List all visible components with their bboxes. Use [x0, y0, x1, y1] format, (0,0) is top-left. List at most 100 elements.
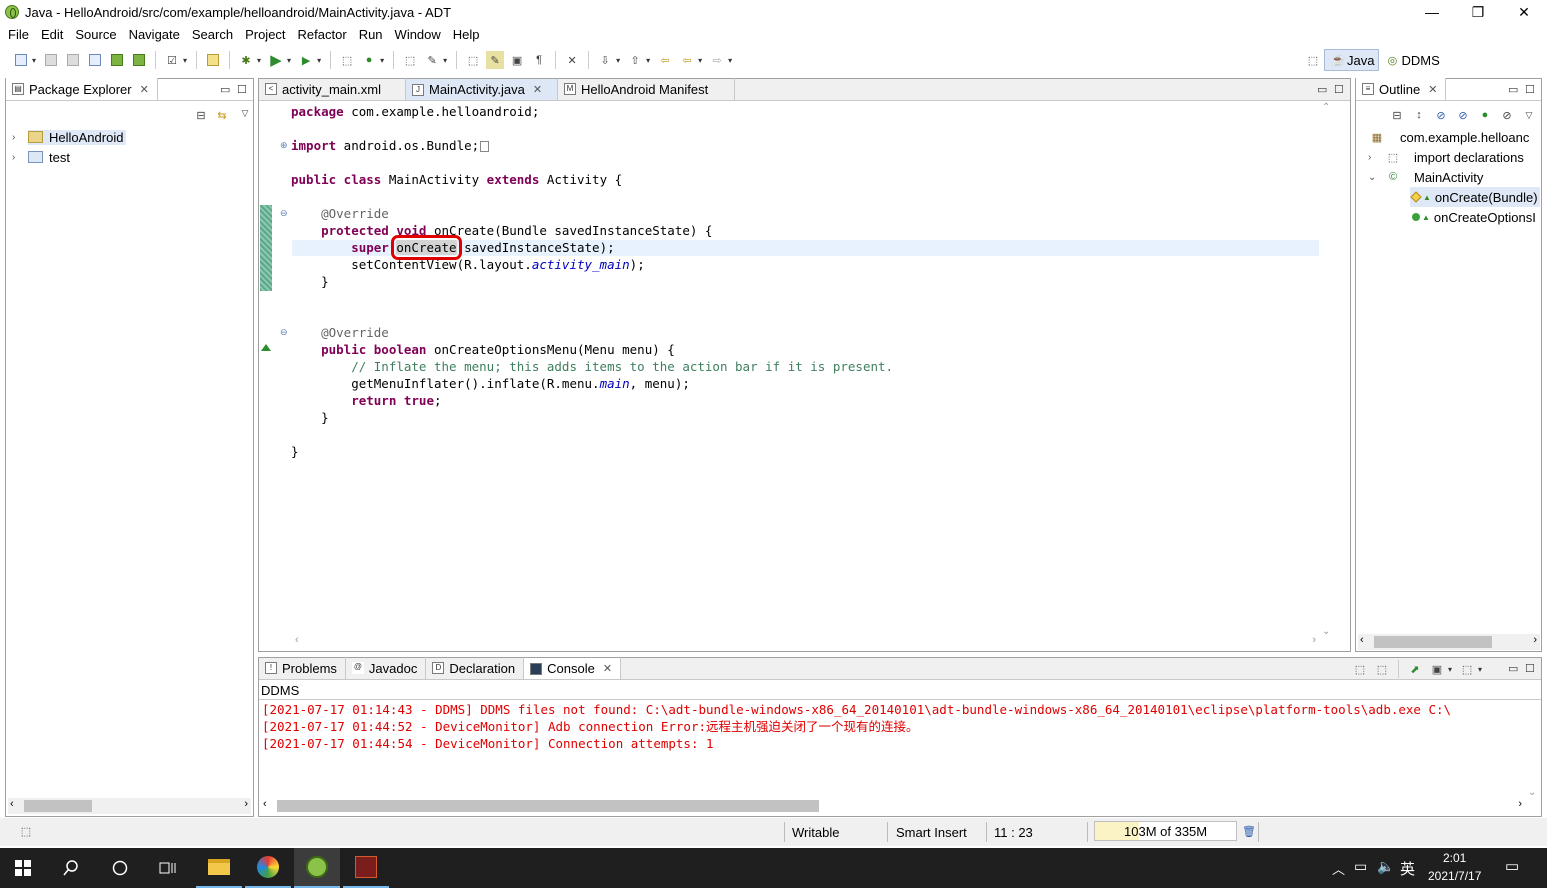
scroll-left-icon[interactable]: ‹: [263, 798, 267, 810]
hide-fields-icon[interactable]: ⊘: [1432, 106, 1450, 124]
display-console-icon[interactable]: ▣: [1428, 660, 1446, 678]
new-java-package-icon[interactable]: ⬚: [338, 51, 356, 69]
menu-edit[interactable]: Edit: [35, 27, 69, 42]
open-perspective-icon[interactable]: ⬚: [1304, 51, 1322, 69]
scroll-right-icon[interactable]: ›: [1518, 798, 1522, 810]
outline-method-oncreate[interactable]: ▲ onCreate(Bundle): [1410, 187, 1540, 207]
console-vscroll[interactable]: ⌄: [1525, 700, 1541, 798]
scroll-lock-icon[interactable]: ⬚: [1373, 660, 1391, 678]
save-all-icon[interactable]: [64, 51, 82, 69]
lint-check-icon[interactable]: ☑: [163, 51, 181, 69]
maximize-icon[interactable]: ☐: [237, 83, 247, 96]
minimize-icon[interactable]: ▭: [1508, 83, 1518, 96]
windows-start-icon[interactable]: [0, 848, 46, 888]
run-external-icon[interactable]: ▶: [297, 51, 315, 69]
menu-refactor[interactable]: Refactor: [292, 27, 353, 42]
mark-occurrences-icon[interactable]: ✎: [486, 51, 505, 69]
code-line-14[interactable]: }: [291, 409, 329, 426]
code-line-11[interactable]: // Inflate the menu; this adds items to …: [291, 358, 893, 375]
tab-declaration[interactable]: D Declaration: [426, 657, 525, 679]
tab-outline[interactable]: ≡ Outline ✕: [1356, 78, 1447, 100]
back-icon[interactable]: ⇦: [678, 51, 696, 69]
clock-date[interactable]: 2021/7/17: [1428, 869, 1481, 883]
highlighted-oncreate[interactable]: onCreate: [391, 235, 462, 260]
search-icon[interactable]: ✎: [423, 51, 441, 69]
menu-source[interactable]: Source: [69, 27, 122, 42]
previous-annotation-icon[interactable]: ⇧: [626, 51, 644, 69]
code-line-9[interactable]: @Override: [291, 324, 389, 341]
scroll-thumb[interactable]: [277, 800, 819, 812]
scroll-left-icon[interactable]: ‹: [295, 634, 299, 646]
code-line-2[interactable]: import android.os.Bundle;: [291, 137, 490, 154]
maximize-icon[interactable]: ☐: [1525, 662, 1535, 675]
run-icon[interactable]: ▶: [267, 51, 285, 69]
tab-javadoc[interactable]: @ Javadoc: [346, 657, 427, 679]
code-line-4[interactable]: @Override: [291, 205, 389, 222]
tab-activity-main-xml[interactable]: < activity_main.xml: [259, 78, 406, 100]
tab-console[interactable]: Console ✕: [524, 657, 622, 679]
scroll-thumb[interactable]: [24, 800, 92, 812]
outline-package[interactable]: ▦ com.example.helloanc: [1368, 127, 1530, 147]
network-icon[interactable]: ▭: [1354, 858, 1367, 875]
sdk-manager-icon[interactable]: [108, 51, 126, 69]
menu-run[interactable]: Run: [353, 27, 389, 42]
save-icon[interactable]: [42, 51, 60, 69]
avd-manager-icon[interactable]: [130, 51, 148, 69]
minimize-icon[interactable]: ▭: [1508, 662, 1518, 675]
code-line-1[interactable]: package com.example.helloandroid;: [291, 103, 539, 120]
show-whitespace-icon[interactable]: ¶: [530, 51, 548, 69]
debug-icon[interactable]: ✱: [237, 51, 255, 69]
heap-status[interactable]: 103M of 335M: [1094, 821, 1237, 841]
close-icon[interactable]: ✕: [1428, 83, 1437, 96]
tab-mainactivity-java[interactable]: J MainActivity.java ✕: [406, 78, 558, 100]
scroll-thumb[interactable]: [1374, 636, 1492, 648]
minimize-icon[interactable]: ▭: [220, 83, 230, 96]
menu-search[interactable]: Search: [186, 27, 239, 42]
scroll-up-icon[interactable]: ⌃: [1322, 102, 1330, 113]
chevron-right-icon[interactable]: ›: [12, 132, 24, 143]
block-selection-icon[interactable]: ▣: [508, 51, 526, 69]
ime-indicator[interactable]: 英: [1400, 858, 1415, 879]
code-line-5[interactable]: protected void onCreate(Bundle savedInst…: [291, 222, 712, 239]
next-annotation-icon[interactable]: ⇩: [596, 51, 614, 69]
editor-hscroll[interactable]: ‹ ›: [293, 634, 1319, 650]
scroll-down-icon[interactable]: ⌄: [1528, 787, 1536, 798]
game-app-icon[interactable]: [343, 848, 389, 888]
chevron-right-icon[interactable]: ›: [1368, 152, 1380, 163]
forward-icon[interactable]: ⇨: [708, 51, 726, 69]
view-menu-icon[interactable]: ▽: [1520, 106, 1538, 124]
new-android-project-icon[interactable]: [204, 51, 222, 69]
open-console-icon[interactable]: ⬚: [1458, 660, 1476, 678]
tray-chevron-up-icon[interactable]: ︿: [1332, 859, 1345, 878]
scroll-right-icon[interactable]: ›: [1312, 634, 1316, 646]
menu-project[interactable]: Project: [239, 27, 291, 42]
link-with-editor-icon[interactable]: ⇆: [213, 106, 231, 124]
scroll-left-icon[interactable]: ‹: [10, 798, 14, 810]
fold-collapse-icon[interactable]: ⊖: [280, 327, 288, 338]
skip-breakpoints-icon[interactable]: ✕: [563, 51, 581, 69]
maximize-icon[interactable]: ☐: [1525, 83, 1535, 96]
volume-icon[interactable]: 🔈: [1377, 858, 1394, 875]
scroll-down-icon[interactable]: ⌄: [1322, 626, 1330, 637]
file-explorer-icon[interactable]: [196, 848, 242, 888]
code-line-13[interactable]: return true;: [291, 392, 441, 409]
code-line-8[interactable]: }: [291, 273, 329, 290]
toggle-breadcrumb-icon[interactable]: ⬚: [464, 51, 482, 69]
menu-file[interactable]: File: [2, 27, 35, 42]
maximize-icon[interactable]: ☐: [1334, 83, 1344, 96]
open-type-icon[interactable]: ⬚: [401, 51, 419, 69]
package-explorer-hscroll[interactable]: ‹ ›: [8, 798, 251, 814]
code-line-10[interactable]: public boolean onCreateOptionsMenu(Menu …: [291, 341, 675, 358]
outline-imports[interactable]: › ⬚ import declarations: [1368, 147, 1524, 167]
chevron-down-icon[interactable]: ⌄: [1368, 172, 1380, 183]
console-hscroll[interactable]: ‹ ›: [261, 798, 1525, 814]
menu-help[interactable]: Help: [447, 27, 486, 42]
tree-item-helloandroid[interactable]: › HelloAndroid: [12, 127, 250, 147]
sort-icon[interactable]: ↕: [1410, 106, 1428, 124]
chevron-right-icon[interactable]: ›: [12, 152, 24, 163]
view-menu-icon[interactable]: ▽: [236, 104, 254, 122]
code-line-15[interactable]: }: [291, 443, 299, 460]
code-line-7[interactable]: setContentView(R.layout.activity_main);: [291, 256, 645, 273]
tree-item-test[interactable]: › test: [12, 147, 250, 167]
close-button[interactable]: ✕: [1501, 0, 1547, 24]
